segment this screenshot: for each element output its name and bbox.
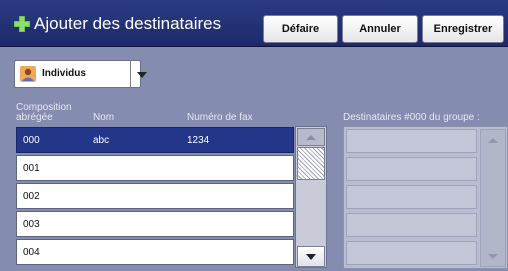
list-item <box>346 213 477 237</box>
page-title: Ajouter des destinataires <box>34 14 222 33</box>
chevron-down-icon[interactable] <box>133 68 151 82</box>
chevron-up-icon <box>306 135 316 140</box>
row-code: 001 <box>23 163 40 174</box>
row-name: abc <box>93 135 110 146</box>
scroll-down-button[interactable] <box>297 246 325 267</box>
recipient-type-select[interactable]: Individus <box>14 60 147 88</box>
table-row[interactable]: 001 <box>16 155 294 181</box>
chevron-up-icon <box>488 138 498 143</box>
row-code: 000 <box>23 135 40 146</box>
chevron-down-icon <box>306 254 316 260</box>
column-header-fax: Numéro de fax <box>187 112 253 123</box>
table-row[interactable]: 000 abc 1234 <box>16 127 294 153</box>
scroll-up-button[interactable] <box>297 128 325 146</box>
table-row[interactable]: 004 <box>16 239 294 265</box>
cancel-button[interactable]: Annuler <box>342 15 418 43</box>
scroll-thumb[interactable] <box>297 147 325 180</box>
list-item <box>346 241 477 265</box>
row-code: 004 <box>23 247 40 258</box>
undo-button[interactable]: Défaire <box>263 15 338 43</box>
table-row[interactable]: 003 <box>16 211 294 237</box>
list-item <box>346 129 477 153</box>
list-item <box>346 157 477 181</box>
row-fax: 1234 <box>187 135 210 146</box>
row-code: 003 <box>23 219 40 230</box>
group-scrollbar <box>480 129 506 267</box>
select-value: Individus <box>42 68 86 79</box>
add-recipient-icon <box>14 16 30 32</box>
column-header-abbrev: Composition abrégée <box>16 102 72 123</box>
column-header-name: Nom <box>93 112 115 123</box>
chevron-down-icon <box>488 254 498 259</box>
save-button[interactable]: Enregistrer <box>422 15 504 43</box>
person-icon <box>20 66 36 82</box>
row-code: 002 <box>23 191 40 202</box>
table-row[interactable]: 002 <box>16 183 294 209</box>
list-item <box>346 185 477 209</box>
group-heading: Destinataires #000 du groupe : <box>343 112 480 123</box>
select-divider <box>130 61 131 87</box>
